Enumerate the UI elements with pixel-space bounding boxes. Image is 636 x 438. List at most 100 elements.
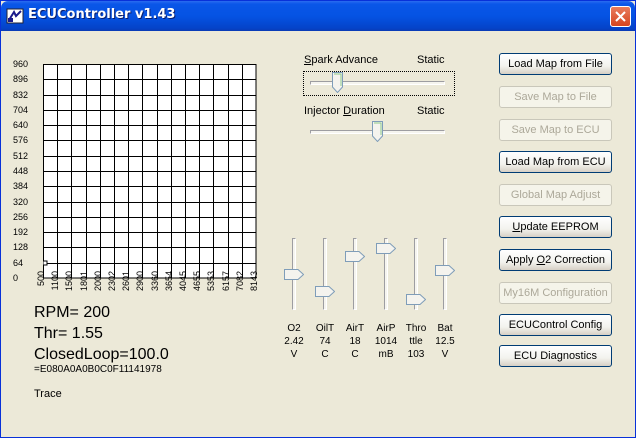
map-cursor-marker [43,260,48,266]
injector-duration-label: Injector Duration [304,105,385,117]
app-window: ECUController v1.43 960 896 832 704 640 576 51… [0,0,636,438]
gauge-track [353,238,357,310]
map-x-tick: 4655 [192,271,203,292]
map-y-tick: 320 [13,196,29,207]
gauge-thumb[interactable] [284,269,304,280]
trace-label: Trace [34,388,62,400]
spark-advance-track [310,81,445,85]
map-x-tick: 3360 [149,271,160,292]
gauge-unit: C [321,349,329,360]
map-y-tick: 64 [13,257,24,268]
gauge-thumb[interactable] [376,243,396,254]
map-x-tick: 2900 [135,271,146,292]
close-button[interactable] [610,6,631,27]
gauge-thumb[interactable] [435,265,455,276]
map-x-tick: 2302 [107,271,117,292]
close-icon [615,11,626,22]
load-map-from-ecu-button[interactable]: Load Map from ECU [499,151,612,173]
load-map-from-file-button[interactable]: Load Map from File [499,53,612,75]
injector-duration-state: Static [417,105,445,117]
map-y-tick: 960 [13,59,29,69]
gauge-value: 1014 [374,336,398,347]
injector-duration-thumb[interactable] [372,121,383,142]
map-x-tick: 6157 [220,271,231,292]
map-x-tick: 5353 [206,271,217,292]
map-x-tick: 4045 [178,271,188,292]
map-hex-readout: =E080A0A0B0C0F11141978 [34,364,162,375]
map-y-tick: 896 [13,74,29,85]
apply-o2-correction-button[interactable]: Apply O2 Correction [499,249,612,271]
map-x-tick: 500 [36,271,46,287]
gauge-unit: mB [378,349,394,360]
map-y-tick: 448 [13,166,29,176]
map-y-tick: 704 [13,104,29,115]
client-area: 960 896 832 704 640 576 512 448 384 320 256 192 128 6… [1,31,635,437]
map-y-tick: 640 [13,120,29,131]
spark-advance-slider[interactable] [310,72,445,94]
map-y-tick: 384 [13,181,29,192]
gauge-unit: C [351,349,359,360]
gauge-name: O2 [287,323,301,334]
gauge-thumb[interactable] [406,294,426,305]
spark-advance-label: Spark Advance [304,54,378,66]
update-eeprom-label-rest: pdate EEPROM [520,221,599,233]
map-x-tick: 1801 [78,271,89,292]
spark-advance-state: Static [417,54,445,66]
gauge-name: AirT [345,323,365,334]
map-x-tick: 2000 [92,271,103,292]
gauge-name: AirP [376,323,396,334]
gauge-track [323,238,327,310]
gauge-slider-oilt[interactable] [315,238,335,310]
gauge-value: 12.5 [435,336,455,347]
map-y-tick: 832 [13,89,29,100]
rpm-readout: RPM= 200 [34,304,111,321]
map-y-tick: 576 [13,135,29,146]
gauge-value: 18 [349,336,361,347]
spark-advance-thumb[interactable] [332,72,343,93]
injector-duration-mnemonic: D [343,105,352,117]
map-x-tick: 8143 [249,271,259,292]
global-map-adjust-button[interactable]: Global Map Adjust [499,184,612,206]
map-y-tick: 512 [13,150,29,161]
spark-advance-label-rest: park Advance [311,54,378,66]
throttle-readout: Thr= 1.55 [34,325,103,342]
title-bar: ECUController v1.43 [1,1,635,31]
ecucontrol-config-button[interactable]: ECUControl Config [499,314,612,336]
app-icon [6,8,24,24]
my16m-configuration-button[interactable]: My16M Configuration [499,282,612,304]
apply-o2-label-rest: 2 Correction [545,254,606,266]
update-eeprom-button[interactable]: Update EEPROM [499,216,612,238]
gauge-value: 2.42 [284,336,304,347]
gauge-name: OilT [315,323,335,334]
gauge-thumb[interactable] [315,286,335,297]
save-map-to-file-button[interactable]: Save Map to File [499,86,612,108]
injector-duration-slider[interactable] [310,121,445,143]
gauge-value: 74 [319,336,331,347]
fuel-map-grid[interactable] [43,64,257,279]
gauge-slider-thro[interactable] [406,238,426,310]
gauge-slider-airp[interactable] [376,238,396,310]
save-map-to-ecu-button[interactable]: Save Map to ECU [499,119,612,141]
map-y-tick: 128 [13,242,29,253]
gauge-name: Bat [437,323,453,334]
window-title: ECUController v1.43 [28,7,176,22]
gauge-slider-o2[interactable] [284,238,304,310]
map-y-tick: 0 [13,273,19,283]
closed-loop-readout: ClosedLoop=100.0 [34,346,169,363]
map-x-tick: 3654 [163,271,174,292]
map-x-tick: 1100 [50,271,61,291]
apply-o2-mnemonic: O [536,254,546,266]
map-x-tick: 1500 [64,271,75,292]
apply-o2-label-start: Apply [505,254,537,266]
map-y-tick: 256 [13,211,29,222]
injector-duration-label-rest: uration [351,105,385,117]
ecu-diagnostics-button[interactable]: ECU Diagnostics [499,345,612,367]
gauge-slider-bat[interactable] [435,238,455,310]
gauge-slider-airt[interactable] [345,238,365,310]
map-x-tick: 2601 [121,271,132,292]
map-x-tick: 7082 [234,271,245,292]
map-y-tick: 192 [13,227,29,238]
gauge-unit: V [290,349,298,360]
gauge-thumb[interactable] [345,251,365,262]
injector-duration-label-start: Injector [304,105,344,117]
